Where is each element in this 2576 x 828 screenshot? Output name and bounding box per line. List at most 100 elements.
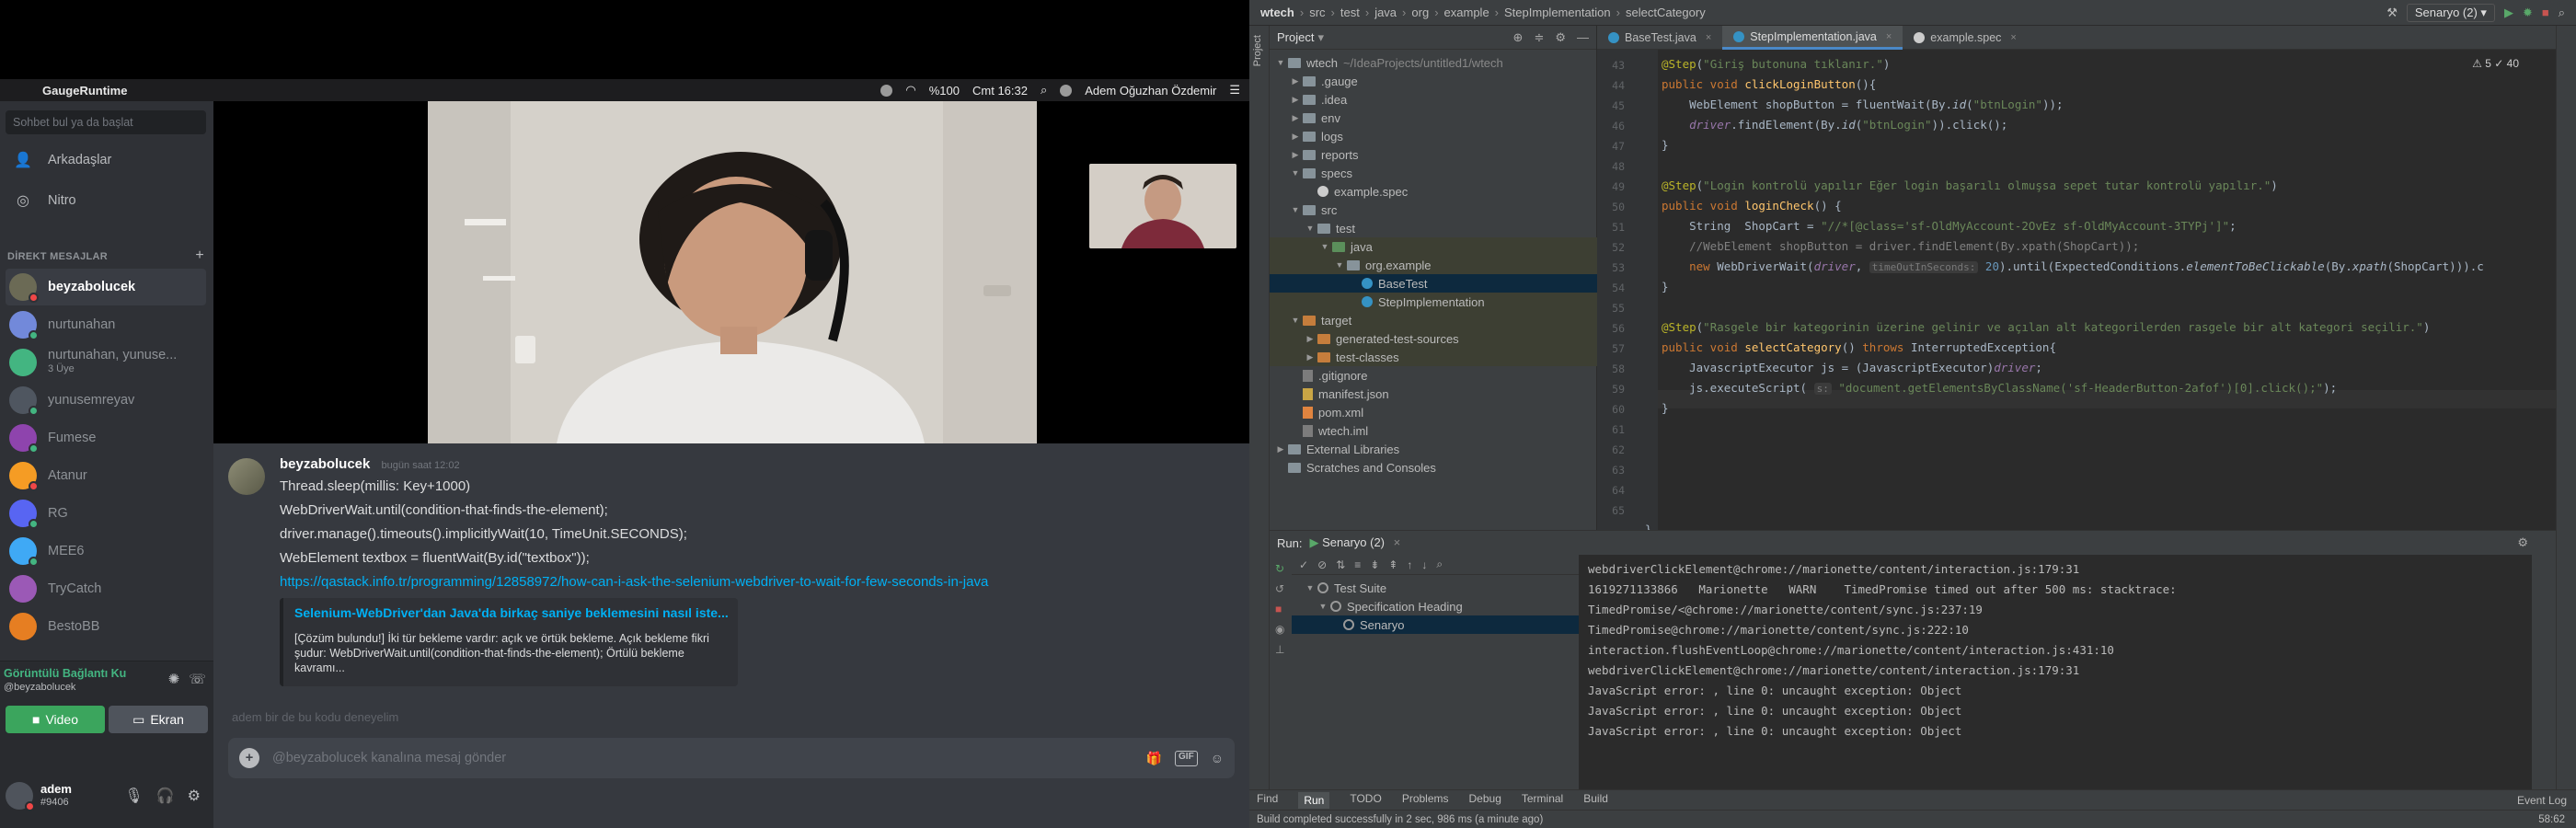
tree-item[interactable]: ▼ java [1270,237,1597,256]
test-tree-item[interactable]: ▼ Specification Heading [1292,597,1579,615]
expanded-arrow-icon[interactable]: ▼ [1305,224,1316,233]
tree-item[interactable]: ▶ env [1270,109,1597,127]
next-icon[interactable]: ↓ [1421,558,1427,571]
search-everywhere-icon[interactable]: ⌕ [2559,6,2565,20]
chevron-down-icon[interactable]: ▾ [1317,30,1324,45]
nav-friends[interactable]: 👤 Arkadaşlar [0,142,213,178]
rerun-icon[interactable]: ↻ [1275,562,1284,575]
collapsed-arrow-icon[interactable]: ▶ [1305,334,1316,344]
settings-gear-icon[interactable]: ⚙ [188,787,201,805]
expand-all-icon[interactable]: ⇟ [1370,558,1379,571]
dm-item[interactable]: beyzabolucek [6,269,206,305]
prev-icon[interactable]: ↑ [1407,558,1412,571]
close-icon[interactable]: × [2010,32,2016,43]
tree-item[interactable]: Scratches and Consoles [1270,458,1597,477]
battery-status[interactable]: %100 [929,84,960,98]
project-tool-tab[interactable]: Project [1252,35,1263,66]
breadcrumb-item[interactable]: example [1444,6,1489,19]
message-author-name[interactable]: beyzabolucek [280,456,370,472]
event-log-tab[interactable]: Event Log [2517,794,2576,807]
tool-tab[interactable]: Problems [1402,792,1449,809]
tree-item[interactable]: ▼ specs [1270,164,1597,182]
screen-share-button[interactable]: ▭ Ekran [109,706,208,733]
pin-icon[interactable]: ⊥ [1275,643,1284,656]
expanded-arrow-icon[interactable]: ▼ [1290,316,1301,325]
user-name[interactable]: Adem Oğuzhan Özdemir [1085,84,1216,98]
dm-item[interactable]: RG [6,495,206,532]
dm-search-input[interactable]: Sohbet bul ya da başlat [6,110,206,134]
cursor-position[interactable]: 58:62 [2538,814,2576,825]
rerun-failed-icon[interactable]: ↺ [1275,582,1284,595]
expanded-arrow-icon[interactable]: ▼ [1319,242,1330,251]
breadcrumb-item[interactable]: wtech [1260,6,1294,19]
message-author[interactable]: beyzabolucek bugün saat 12:02 [280,456,460,472]
video-button[interactable]: ■ Video [6,706,105,733]
nav-nitro[interactable]: ◎ Nitro [0,182,213,219]
collapsed-arrow-icon[interactable]: ▶ [1290,113,1301,123]
tool-tab[interactable]: Debug [1469,792,1501,809]
tool-tab[interactable]: Find [1257,792,1278,809]
run-config-select[interactable]: Senaryo (2) ▾ [2406,3,2495,22]
collapsed-arrow-icon[interactable]: ▶ [1290,150,1301,160]
disconnect-icon[interactable]: ☏ [189,671,206,687]
locate-icon[interactable]: ⊕ [1513,30,1524,45]
attach-plus-icon[interactable]: + [239,748,259,768]
editor-tab[interactable]: StepImplementation.java × [1722,26,1903,50]
control-center-icon[interactable]: ☰ [1229,83,1240,98]
tree-item[interactable]: ▶ logs [1270,127,1597,145]
camera-snapshot-icon[interactable]: ◉ [1275,623,1284,636]
dm-item[interactable]: Fumese [6,420,206,456]
close-icon[interactable]: × [1706,32,1711,43]
tree-item[interactable]: StepImplementation [1270,293,1597,311]
collapsed-arrow-icon[interactable]: ▶ [1290,132,1301,142]
tree-item[interactable]: ▼ test [1270,219,1597,237]
breadcrumb-item[interactable]: org [1411,6,1429,19]
tree-item[interactable]: ▶ .gauge [1270,72,1597,90]
expanded-arrow-icon[interactable]: ▼ [1275,58,1286,67]
embed-title[interactable]: Selenium-WebDriver'dan Java'da birkaç sa… [294,605,729,620]
dm-item[interactable]: TryCatch [6,570,206,607]
breadcrumb-item[interactable]: java [1374,6,1397,19]
collapsed-arrow-icon[interactable]: ▶ [1305,352,1316,362]
expanded-arrow-icon[interactable]: ▼ [1290,205,1301,214]
editor-tab[interactable]: example.spec × [1903,26,2028,50]
stop-icon[interactable]: ■ [2542,6,2549,19]
spotlight-icon[interactable]: ⌕ [1041,83,1047,98]
expanded-arrow-icon[interactable]: ▼ [1334,260,1345,270]
collapsed-arrow-icon[interactable]: ▶ [1290,95,1301,105]
tree-item[interactable]: example.spec [1270,182,1597,201]
expanded-arrow-icon[interactable]: ▼ [1290,168,1301,178]
message-author-avatar[interactable] [228,458,265,495]
wifi-icon[interactable]: ◠ [905,83,915,98]
tree-item[interactable]: ▼ src [1270,201,1597,219]
breadcrumb-item[interactable]: src [1309,6,1325,19]
message-link[interactable]: https://qastack.info.tr/programming/1285… [280,574,988,590]
gift-icon[interactable]: 🎁 [1146,751,1162,766]
tree-item[interactable]: .gitignore [1270,366,1597,385]
tool-tab[interactable]: Terminal [1522,792,1563,809]
collapsed-arrow-icon[interactable]: ▶ [1290,76,1301,86]
build-hammer-icon[interactable]: ⚒ [2386,6,2398,20]
sort-duration-icon[interactable]: ≡ [1354,558,1361,571]
breadcrumb-item[interactable]: test [1340,6,1360,19]
expanded-arrow-icon[interactable]: ▼ [1317,602,1328,611]
menubar-app-name[interactable]: GaugeRuntime [42,84,127,98]
test-tree-item[interactable]: ▼ Test Suite [1292,579,1579,597]
tree-item[interactable]: ▶ External Libraries [1270,440,1597,458]
editor-tab[interactable]: BaseTest.java × [1597,26,1722,50]
dm-item[interactable]: nurtunahan, yunuse... 3 Üye [6,344,206,381]
dm-item[interactable]: nurtunahan [6,306,206,343]
menubar-clock[interactable]: Cmt 16:32 [972,84,1028,98]
breadcrumb-item[interactable]: selectCategory [1626,6,1706,19]
breadcrumb-item[interactable]: StepImplementation [1504,6,1611,19]
siri-icon[interactable] [1060,84,1073,97]
tree-item[interactable]: ▼ org.example [1270,256,1597,274]
run-settings-icon[interactable]: ⚙ [2517,535,2556,550]
close-icon[interactable]: × [1394,535,1401,549]
tree-item[interactable]: ▼ wtech ~/IdeaProjects/untitled1/wtech [1270,53,1597,72]
create-dm-icon[interactable]: + [195,247,204,264]
run-tab[interactable]: ▶ Senaryo (2) × [1309,535,1400,550]
noise-suppression-icon[interactable]: ✺ [168,671,180,687]
collapse-all-icon[interactable]: ⇞ [1388,558,1397,571]
show-ignored-icon[interactable]: ⊘ [1317,558,1327,571]
